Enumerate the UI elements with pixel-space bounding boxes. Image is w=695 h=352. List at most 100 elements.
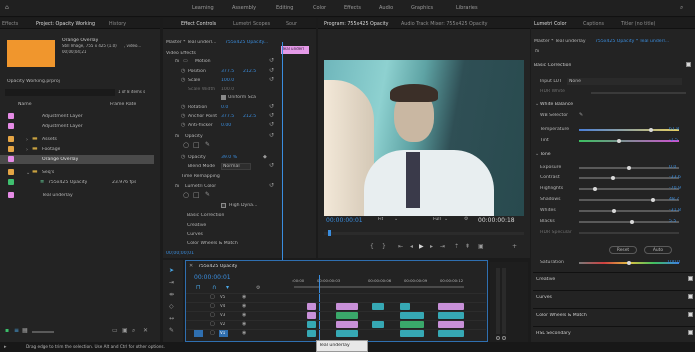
clip-v1[interactable] bbox=[400, 330, 424, 337]
workspace-learning[interactable]: Learning bbox=[192, 5, 214, 11]
saturation-value[interactable]: 100.0 bbox=[667, 260, 680, 266]
workspace-editing[interactable]: Editing bbox=[276, 5, 293, 11]
reset-icon[interactable]: ↺ bbox=[269, 58, 274, 64]
ec-curves[interactable]: Curves bbox=[187, 232, 203, 238]
workspace-assembly[interactable]: Assembly bbox=[232, 5, 256, 11]
track-row-v5[interactable] bbox=[186, 293, 486, 302]
track-lock-icon[interactable]: ▢ bbox=[210, 321, 215, 327]
play-icon[interactable]: ▶ bbox=[419, 244, 424, 250]
clip-v1[interactable] bbox=[438, 330, 464, 337]
curves-section[interactable]: Curves bbox=[533, 290, 695, 303]
new-bin-icon[interactable]: ▭ bbox=[112, 328, 118, 334]
lock-icon[interactable]: ▪ bbox=[5, 328, 9, 334]
project-item[interactable]: › ▬ Footage bbox=[0, 145, 160, 154]
reset-icon[interactable]: ↺ bbox=[269, 133, 274, 139]
project-item[interactable]: Adjustment Layer bbox=[0, 122, 160, 131]
clip-v4[interactable] bbox=[307, 303, 316, 310]
stopwatch-icon[interactable]: ◷ bbox=[181, 113, 185, 119]
eye-icon[interactable]: ◉ bbox=[242, 321, 246, 327]
eye-icon[interactable]: ◉ bbox=[242, 294, 246, 300]
clip-v1[interactable] bbox=[307, 330, 316, 337]
ec-basic-correction[interactable]: Basic Correction bbox=[187, 213, 224, 219]
ec-playhead[interactable] bbox=[282, 42, 283, 260]
zoom-slider[interactable] bbox=[32, 331, 54, 333]
temperature-value[interactable]: 61.8 bbox=[669, 127, 679, 133]
delete-icon[interactable]: ✕ bbox=[143, 328, 148, 334]
razor-tool-icon[interactable]: ◇ bbox=[169, 304, 174, 310]
anchor-y[interactable]: 212.5 bbox=[243, 114, 256, 120]
tab-program[interactable]: Program: 755x425 Opacity bbox=[324, 22, 389, 27]
reset-icon[interactable]: ↺ bbox=[269, 77, 274, 83]
workspace-graphics[interactable]: Graphics bbox=[411, 5, 433, 11]
hsl-secondary-section[interactable]: HSL Secondary bbox=[533, 326, 695, 339]
source-patch-v1[interactable] bbox=[194, 330, 203, 337]
step-forward-icon[interactable]: ▸ bbox=[430, 244, 433, 250]
tint-value[interactable]: -2.5 bbox=[669, 138, 678, 144]
color-wheels-section[interactable]: Color Wheels & Match bbox=[533, 308, 695, 321]
tab-titler[interactable]: Titler (no title) bbox=[621, 22, 655, 27]
reset-button[interactable]: Reset bbox=[609, 246, 637, 254]
contrast-slider[interactable] bbox=[579, 177, 679, 179]
tab-effect-controls[interactable]: Effect Controls bbox=[181, 22, 216, 27]
lumetri-clip-link[interactable]: 755x425 Opacity * Teal underl... bbox=[595, 39, 669, 45]
blacks-slider[interactable] bbox=[579, 221, 679, 223]
solo-button[interactable] bbox=[502, 336, 506, 340]
curves-enabled[interactable] bbox=[688, 294, 693, 299]
tab-lumetri-color[interactable]: Lumetri Color bbox=[534, 22, 567, 27]
blacks-knob[interactable] bbox=[630, 220, 634, 224]
master-label[interactable]: Master * Teal underl... bbox=[166, 40, 216, 46]
program-playhead[interactable] bbox=[328, 230, 331, 236]
ec-creative[interactable]: Creative bbox=[187, 223, 206, 229]
high-dynamic-checkbox[interactable] bbox=[221, 203, 226, 208]
white-balance-label[interactable]: White Balance bbox=[540, 102, 573, 108]
workspace-color[interactable]: Color bbox=[313, 5, 326, 11]
clip-v3[interactable] bbox=[336, 312, 358, 319]
track-lock-icon[interactable]: ▢ bbox=[210, 330, 215, 336]
color-wheels-enabled[interactable] bbox=[688, 312, 693, 317]
contrast-knob[interactable] bbox=[611, 176, 615, 180]
tint-slider[interactable] bbox=[579, 140, 679, 142]
step-back-icon[interactable]: ◂ bbox=[410, 244, 413, 250]
stopwatch-icon[interactable]: ◷ bbox=[181, 104, 185, 110]
stopwatch-icon[interactable]: ◷ bbox=[181, 154, 185, 160]
input-lut-select[interactable] bbox=[567, 78, 682, 85]
export-frame-icon[interactable]: ▣ bbox=[478, 244, 484, 250]
pen-mask-icon[interactable]: ✎ bbox=[205, 192, 210, 198]
mark-out-icon[interactable]: } bbox=[382, 244, 386, 250]
project-item[interactable]: Teal underlay bbox=[0, 191, 160, 200]
col-name[interactable]: Name bbox=[18, 102, 32, 108]
project-item[interactable]: ⌄ ▬ Seq's bbox=[0, 168, 160, 177]
close-icon[interactable]: ✕ bbox=[189, 263, 193, 269]
shadows-value[interactable]: 48.7 bbox=[669, 197, 679, 203]
tint-knob[interactable] bbox=[617, 139, 621, 143]
whites-knob[interactable] bbox=[612, 209, 616, 213]
lift-icon[interactable]: ⇡ bbox=[454, 244, 459, 250]
opacity-value[interactable]: 39.0 % bbox=[221, 155, 237, 161]
reset-icon[interactable]: ↺ bbox=[269, 104, 274, 110]
basic-correction-enabled[interactable] bbox=[686, 62, 691, 67]
chevron-right-icon[interactable]: › bbox=[26, 147, 28, 153]
temperature-knob[interactable] bbox=[649, 128, 653, 132]
anchor-x[interactable]: 377.5 bbox=[221, 114, 234, 120]
position-y[interactable]: 212.5 bbox=[243, 69, 256, 75]
reset-icon[interactable]: ↺ bbox=[269, 183, 274, 189]
clip-v2[interactable] bbox=[307, 321, 316, 328]
program-scrub-bar[interactable] bbox=[324, 232, 524, 235]
hsl-secondary-enabled[interactable] bbox=[688, 330, 693, 335]
reset-icon[interactable]: ↺ bbox=[269, 68, 274, 74]
track-lock-icon[interactable]: ▢ bbox=[210, 312, 215, 318]
snap-icon[interactable]: ⊓ bbox=[196, 285, 201, 291]
highlights-value[interactable]: -70.9 bbox=[669, 186, 681, 192]
time-remap-label[interactable]: Time Remapping bbox=[181, 174, 220, 180]
rect-mask-icon[interactable]: □ bbox=[193, 142, 200, 149]
clip-link[interactable]: 755x425 Opacity... bbox=[225, 40, 268, 46]
clip-v1[interactable] bbox=[336, 330, 358, 337]
exposure-value[interactable]: 0.0 bbox=[669, 165, 676, 171]
reset-icon[interactable]: ↺ bbox=[269, 113, 274, 119]
clip-v3[interactable] bbox=[372, 321, 384, 328]
workspace-effects[interactable]: Effects bbox=[344, 5, 361, 11]
go-to-out-icon[interactable]: ⇥ bbox=[440, 244, 445, 250]
tone-label[interactable]: Tone bbox=[540, 152, 551, 158]
chevron-right-icon[interactable]: › bbox=[26, 137, 28, 143]
eye-icon[interactable]: ◉ bbox=[242, 303, 246, 309]
